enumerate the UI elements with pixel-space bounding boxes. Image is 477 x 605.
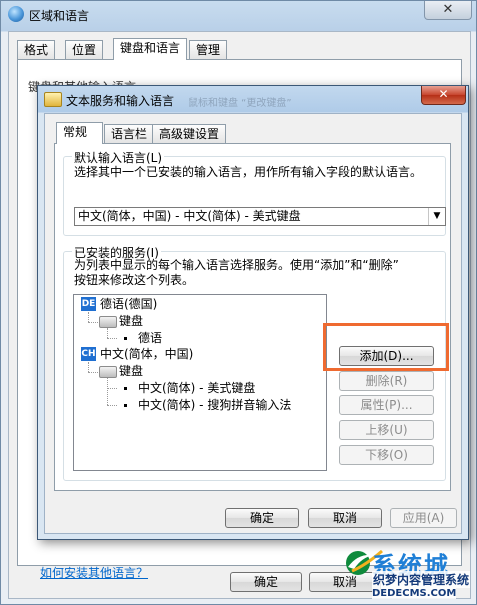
tree-connector xyxy=(107,378,108,405)
tree-item-sogou-pinyin[interactable]: 中文(简体) - 搜狗拼音输入法 xyxy=(138,398,291,412)
tab-format[interactable]: 格式 xyxy=(17,40,56,59)
keyboard-folder-icon xyxy=(99,316,117,328)
tab-location[interactable]: 位置 xyxy=(65,40,104,59)
dialog-ghost-title: 鼠标和键盘 “更改键盘” xyxy=(188,98,292,109)
tree-connector xyxy=(107,388,117,389)
watermark-line1: 织梦内容管理系统 xyxy=(372,571,471,588)
tree-connector xyxy=(107,338,117,339)
bullet-icon xyxy=(124,387,127,390)
tree-connector xyxy=(107,328,108,338)
tree-category-keyboard[interactable]: 键盘 xyxy=(119,314,143,328)
tree-connector xyxy=(88,372,98,373)
properties-button[interactable]: 属性(P)... xyxy=(339,395,434,415)
outer-ok-button[interactable]: 确定 xyxy=(230,572,302,592)
chevron-down-icon[interactable]: ▼ xyxy=(428,208,445,225)
language-badge-de: DE xyxy=(81,297,96,311)
dialog-apply-button[interactable]: 应用(A) xyxy=(390,508,457,528)
move-up-button[interactable]: 上移(U) xyxy=(339,420,434,440)
tab-keyboards-languages[interactable]: 键盘和语言 xyxy=(113,38,188,60)
default-language-value: 中文(简体，中国) - 中文(简体) - 美式键盘 xyxy=(78,209,301,223)
dialog-cancel-button[interactable]: 取消 xyxy=(308,508,382,528)
tree-item-us-keyboard[interactable]: 中文(简体) - 美式键盘 xyxy=(138,381,255,395)
dialog-ok-button[interactable]: 确定 xyxy=(225,508,299,528)
tree-language-german[interactable]: 德语(德国) xyxy=(100,297,157,311)
tree-connector xyxy=(88,362,89,372)
tree-connector xyxy=(107,405,117,406)
globe-icon xyxy=(8,6,24,22)
keyboard-folder-icon xyxy=(99,366,117,378)
services-description-line1: 为列表中显示的每个输入语言选择服务。使用“添加”和“删除” xyxy=(74,258,399,272)
tab-language-bar[interactable]: 语言栏 xyxy=(104,124,155,143)
bullet-icon xyxy=(124,337,127,340)
window-title: 区域和语言 xyxy=(29,9,90,23)
default-language-dropdown[interactable]: 中文(简体，中国) - 中文(简体) - 美式键盘 ▼ xyxy=(74,207,446,226)
tab-advanced-key-settings[interactable]: 高级键设置 xyxy=(152,124,227,143)
text-services-dialog: 文本服务和输入语言 鼠标和键盘 “更改键盘” ✕ 常规 语言栏 高级键设置 默认… xyxy=(37,85,469,540)
default-language-group: 默认输入语言(L) 选择其中一个已安装的输入语言，用作所有输入字段的默认语言。 … xyxy=(63,149,446,236)
tree-connector xyxy=(88,322,98,323)
tree-language-chinese[interactable]: 中文(简体，中国) xyxy=(100,347,193,361)
remove-button[interactable]: 删除(R) xyxy=(339,371,434,391)
tab-general[interactable]: 常规 xyxy=(56,122,103,144)
install-languages-link[interactable]: 如何安装其他语言？ xyxy=(40,564,148,581)
tree-connector xyxy=(88,312,89,322)
bullet-icon xyxy=(124,404,127,407)
default-language-description: 选择其中一个已安装的输入语言，用作所有输入字段的默认语言。 xyxy=(74,165,423,179)
dialog-close-button[interactable]: ✕ xyxy=(421,86,466,105)
general-tab-page: 默认输入语言(L) 选择其中一个已安装的输入语言，用作所有输入字段的默认语言。 … xyxy=(54,143,451,491)
tree-item-german-keyboard[interactable]: 德语 xyxy=(138,331,162,345)
dialog-title: 文本服务和输入语言 xyxy=(66,94,175,108)
services-tree[interactable]: DE 德语(德国) 键盘 德语 CH 中文(简体，中国) 键盘 中文(简体) -… xyxy=(73,294,327,471)
keyboard-icon xyxy=(44,92,62,107)
watermark-line2: DEDECMS.COM xyxy=(372,588,457,599)
add-button-highlight xyxy=(323,323,449,371)
move-down-button[interactable]: 下移(O) xyxy=(339,445,434,465)
tree-category-keyboard[interactable]: 键盘 xyxy=(119,364,143,378)
window-close-button[interactable]: ✕ xyxy=(424,1,472,20)
language-badge-ch: CH xyxy=(81,347,96,361)
default-language-label: 默认输入语言(L) xyxy=(72,149,165,166)
tab-administrative[interactable]: 管理 xyxy=(189,40,228,59)
services-description-line2: 按钮来修改这个列表。 xyxy=(74,273,195,287)
